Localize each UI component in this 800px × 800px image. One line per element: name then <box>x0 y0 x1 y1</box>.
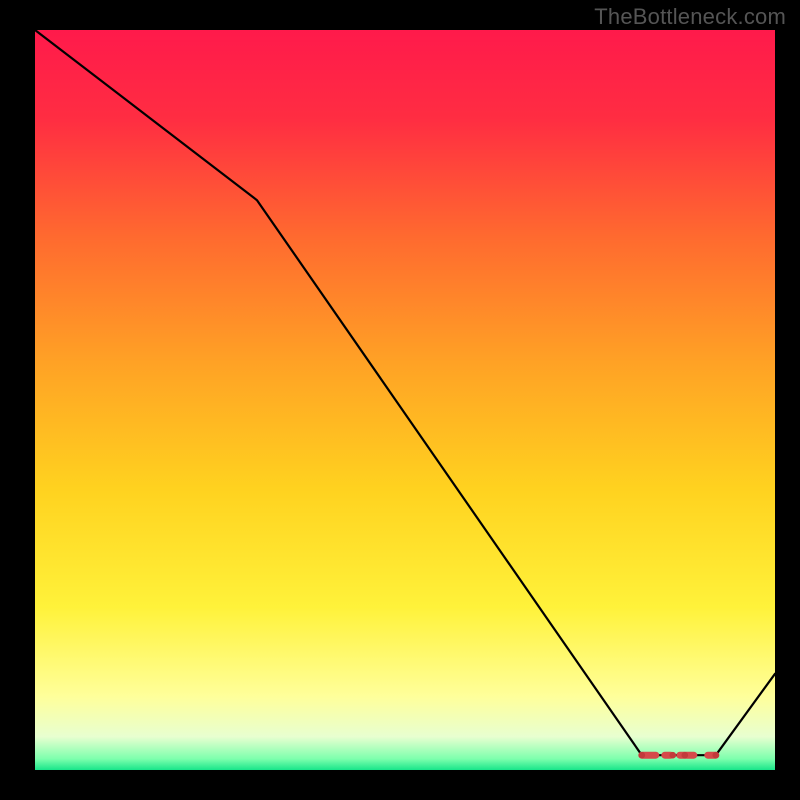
trough-marker <box>639 752 720 759</box>
chart-canvas <box>0 0 800 800</box>
plot-background <box>35 30 775 770</box>
chart-frame: TheBottleneck.com <box>0 0 800 800</box>
watermark-text: TheBottleneck.com <box>594 4 786 30</box>
